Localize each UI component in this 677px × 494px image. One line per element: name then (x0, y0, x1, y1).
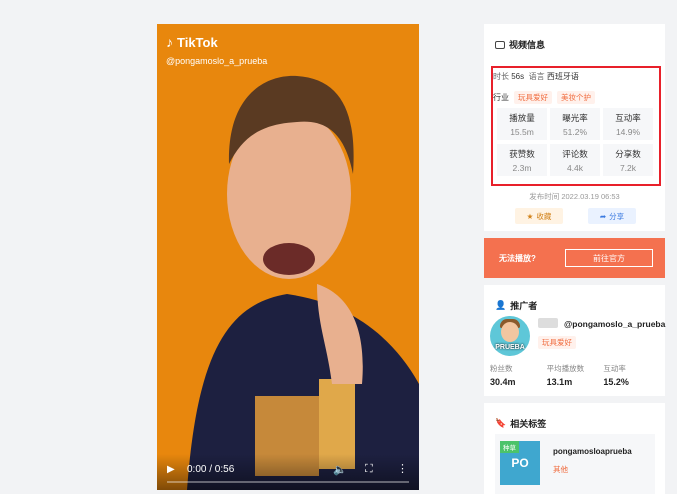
video-info-panel: 视频信息 时长 56s 语言 西班牙语 行业 玩具爱好 美妆个护 播放量 15.… (484, 24, 665, 231)
promoter-stats: 粉丝数 30.4m 平均播放数 13.1m 互动率 15.2% (490, 363, 660, 387)
fullscreen-icon[interactable]: ⛶ (365, 463, 373, 476)
industry-row: 行业 玩具爱好 美妆个护 (493, 91, 595, 104)
stat-value: 14.9% (615, 127, 641, 137)
stat-cell: 获赞数 2.3m (497, 144, 547, 176)
promoter-stat-label: 互动率 (603, 364, 626, 373)
industry-label: 行业 (493, 93, 509, 102)
tag-badge: 种草 (500, 441, 519, 453)
promoter-stat: 互动率 15.2% (603, 363, 660, 387)
stat-label: 播放量 (509, 113, 535, 123)
promoter-stat-label: 平均播放数 (546, 364, 585, 373)
share-icon: ➦ (599, 211, 607, 221)
related-tags-panel: 🔖 相关标签 PO 种草 pongamosloaprueba 其他 (484, 403, 665, 494)
industry-tag[interactable]: 美妆个护 (557, 91, 595, 104)
stat-cell: 分享数 7.2k (603, 144, 653, 176)
favorite-button[interactable]: ★ 收藏 (515, 208, 563, 224)
stat-label: 评论数 (562, 149, 588, 159)
promoter-stat-value: 13.1m (546, 377, 573, 387)
stat-cell: 曝光率 51.2% (550, 108, 600, 140)
language-label: 语言 (528, 72, 545, 81)
stat-value: 7.2k (619, 163, 637, 173)
stat-cell: 评论数 4.4k (550, 144, 600, 176)
publish-time: 发布时间 2022.03.19 06:53 (529, 192, 620, 201)
stat-label: 分享数 (615, 149, 641, 159)
go-official-button[interactable]: 前往官方 (565, 249, 653, 267)
promoter-name[interactable]: @pongamoslo_a_prueba (564, 319, 665, 329)
video-frame (157, 24, 419, 490)
promoter-stat: 平均播放数 13.1m (547, 363, 604, 387)
promoter-stat: 粉丝数 30.4m (490, 363, 547, 387)
volume-icon[interactable]: 🔈 (333, 463, 347, 476)
video-info-heading: 视频信息 (509, 40, 546, 50)
related-tags-title: 🔖 相关标签 (495, 417, 546, 430)
video-time: 0:00 / 0:56 (187, 464, 235, 475)
promoter-title: 👤 推广者 (495, 299, 537, 312)
avatar-text: PRUEBA (495, 344, 525, 351)
play-icon[interactable]: ▶ (167, 464, 175, 475)
cta-label: 无法播放? (499, 254, 536, 263)
cta-bar: 无法播放? 前往官方 (484, 238, 665, 278)
promoter-stat-value: 15.2% (603, 377, 629, 387)
user-icon: 👤 (495, 300, 507, 310)
tag-category: 其他 (553, 465, 568, 474)
industry-tag[interactable]: 玩具爱好 (514, 91, 552, 104)
promoter-stat-label: 粉丝数 (490, 364, 513, 373)
music-note-icon: ♪ (166, 34, 173, 50)
tag-name: pongamosloaprueba (553, 447, 632, 456)
avatar-face (501, 322, 519, 342)
tag-card[interactable]: PO 种草 pongamosloaprueba 其他 (495, 434, 655, 494)
duration-value: 56s (511, 72, 525, 81)
video-controls: ▶ 0:00 / 0:56 🔈 ⛶ ⋮ (157, 454, 419, 490)
video-handle: @pongamoslo_a_prueba (166, 56, 268, 66)
video-info-icon (495, 40, 505, 49)
video-info-title: 视频信息 (495, 38, 545, 51)
stat-label: 获赞数 (509, 149, 535, 159)
promoter-stat-value: 30.4m (490, 377, 516, 387)
favorite-label: 收藏 (536, 211, 552, 221)
promoter-panel: 👤 推广者 PRUEBA @pongamoslo_a_prueba 玩具爱好 粉… (484, 285, 665, 396)
video-progress-bar[interactable] (167, 481, 409, 483)
stat-value: 51.2% (562, 127, 588, 137)
tiktok-brand-label: TikTok (177, 34, 218, 50)
stat-cell: 播放量 15.5m (497, 108, 547, 140)
promoter-tag[interactable]: 玩具爱好 (538, 336, 576, 349)
bookmark-icon: 🔖 (495, 418, 507, 428)
stat-label: 曝光率 (562, 113, 588, 123)
share-button[interactable]: ➦ 分享 (588, 208, 636, 224)
duration-label: 时长 (493, 72, 509, 81)
promoter-heading: 推广者 (510, 301, 538, 311)
stat-label: 互动率 (615, 113, 641, 123)
stat-cell: 互动率 14.9% (603, 108, 653, 140)
language-value: 西班牙语 (546, 72, 579, 81)
level-badge (538, 318, 558, 328)
avatar[interactable]: PRUEBA (490, 316, 530, 356)
stat-value: 4.4k (566, 163, 584, 173)
stat-value: 2.3m (512, 163, 532, 173)
stat-value: 15.5m (510, 127, 534, 137)
tiktok-logo: ♪ TikTok (166, 34, 218, 50)
meta-row: 时长 56s 语言 西班牙语 (493, 71, 579, 82)
star-icon: ★ (526, 211, 534, 221)
share-label: 分享 (609, 211, 625, 221)
video-player[interactable]: ♪ TikTok @pongamoslo_a_prueba ▶ 0:00 / 0… (157, 24, 419, 490)
related-tags-heading: 相关标签 (510, 419, 547, 429)
more-options-icon[interactable]: ⋮ (397, 462, 408, 475)
